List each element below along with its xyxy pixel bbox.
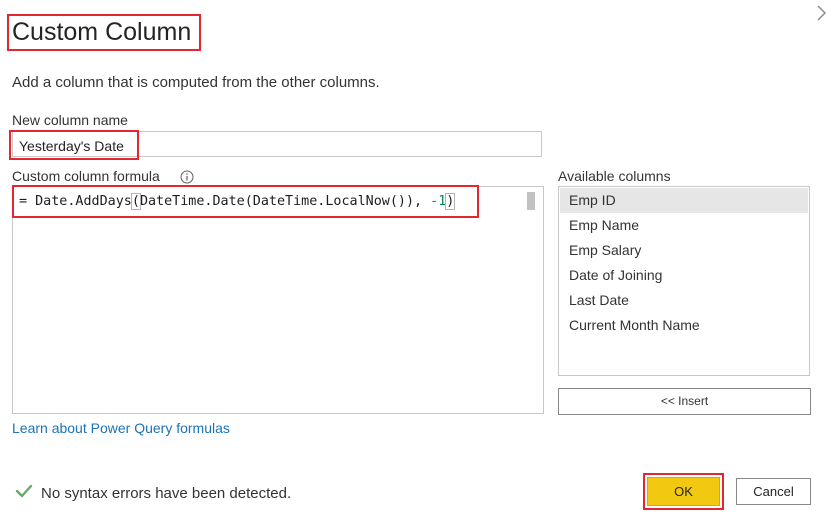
formula-part: DateTime.Date(DateTime.LocalNow()), [139,194,431,209]
formula-part: ) [445,193,456,210]
column-item-emp-name[interactable]: Emp Name [560,213,808,238]
insert-button[interactable]: << Insert [558,388,811,415]
column-item-emp-salary[interactable]: Emp Salary [560,238,808,263]
ok-button[interactable]: OK [647,477,720,506]
info-icon[interactable] [180,170,194,184]
dialog-description: Add a column that is computed from the o… [12,74,380,91]
formula-editor[interactable] [12,186,544,414]
dialog-title: Custom Column [12,18,192,46]
available-columns-label: Available columns [558,168,671,184]
column-item-current-month-name[interactable]: Current Month Name [560,313,808,338]
column-item-date-of-joining[interactable]: Date of Joining [560,263,808,288]
formula-scrollbar-thumb[interactable] [527,192,535,210]
cancel-button[interactable]: Cancel [736,478,811,505]
formula-part: = Date.AddDays [19,194,132,209]
chevron-right-icon[interactable] [814,4,828,22]
column-item-last-date[interactable]: Last Date [560,288,808,313]
formula-text[interactable]: = Date.AddDays(DateTime.Date(DateTime.Lo… [19,193,456,210]
learn-power-query-link[interactable]: Learn about Power Query formulas [12,420,230,436]
column-item-emp-id[interactable]: Emp ID [560,188,808,213]
syntax-status-text: No syntax errors have been detected. [41,485,292,502]
new-column-name-label: New column name [12,112,128,128]
checkmark-icon [15,484,33,498]
available-columns-list: Emp ID Emp Name Emp Salary Date of Joini… [558,186,810,376]
formula-number: -1 [430,194,447,209]
formula-label: Custom column formula [12,168,160,184]
formula-part: ( [130,193,141,210]
new-column-name-value[interactable]: Yesterday's Date [19,138,124,154]
